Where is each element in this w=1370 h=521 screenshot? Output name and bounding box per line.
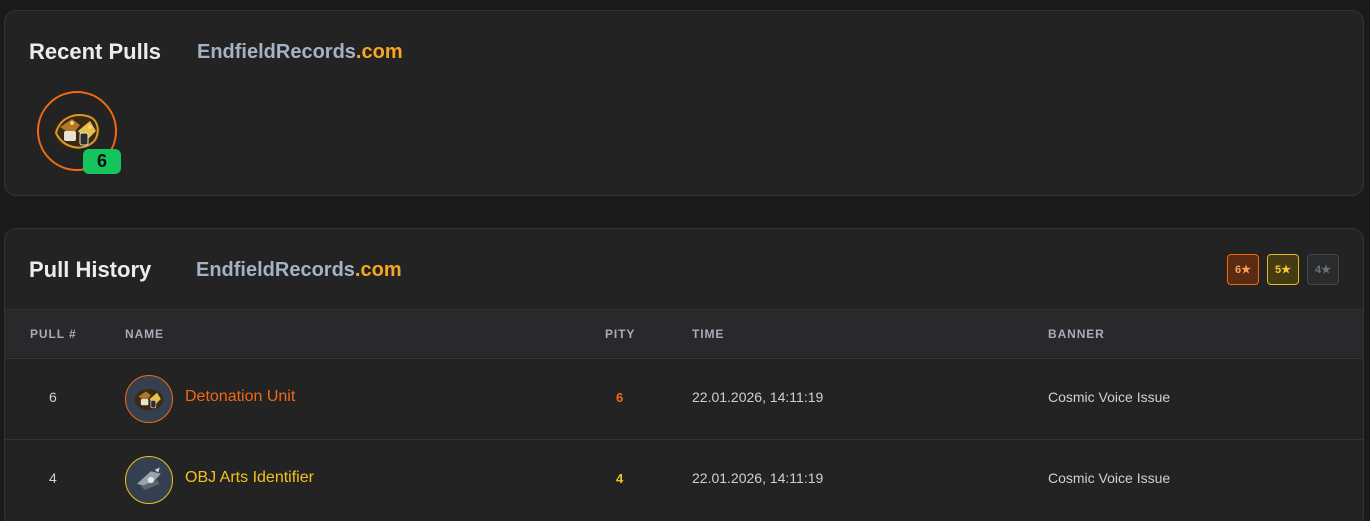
recent-pulls-panel: Recent Pulls EndfieldRecords.com 6 — [4, 10, 1364, 196]
pull-time: 22.01.2026, 14:11:19 — [692, 389, 824, 405]
pull-history-panel: Pull History EndfieldRecords.com 6★ 5★ 4… — [4, 228, 1364, 521]
recent-pulls-title: Recent Pulls — [29, 39, 162, 64]
brand-tld: .com — [354, 259, 402, 281]
column-header-pity: PITY — [605, 327, 636, 341]
table-row: 4 OBJ Arts Identifier 4 22.01.2026, 14:1… — [5, 439, 1363, 519]
item-avatar — [125, 375, 173, 423]
column-header-name: NAME — [125, 327, 164, 341]
item-avatar — [125, 456, 173, 504]
filter-4-star-button[interactable]: 4★ — [1307, 254, 1339, 285]
filter-5-star-button[interactable]: 5★ — [1267, 254, 1299, 285]
banner-name: Cosmic Voice Issue — [1048, 389, 1171, 405]
item-name-link[interactable]: OBJ Arts Identifier — [185, 469, 314, 487]
filter-6-star-button[interactable]: 6★ — [1227, 254, 1259, 285]
obj-arts-identifier-icon — [137, 467, 161, 490]
brand-tld: .com — [355, 41, 403, 63]
pull-time: 22.01.2026, 14:11:19 — [692, 470, 824, 486]
column-header-pull: PULL # — [30, 327, 77, 341]
pity-value: 4 — [616, 471, 624, 486]
table-row: 6 Detonation Unit 6 22.01.2026, 14:11:19… — [5, 358, 1363, 438]
banner-name: Cosmic Voice Issue — [1048, 470, 1171, 486]
brand-name: EndfieldRecords — [196, 259, 355, 281]
brand-name: EndfieldRecords — [197, 41, 356, 63]
rarity-filters: 6★ 5★ 4★ — [1227, 254, 1339, 285]
pity-value: 6 — [616, 390, 624, 405]
brand-logo: EndfieldRecords.com — [196, 259, 402, 282]
pull-history-title: Pull History — [29, 257, 152, 282]
pull-number: 6 — [49, 389, 57, 405]
brand-logo: EndfieldRecords.com — [197, 41, 403, 64]
column-header-time: TIME — [692, 327, 725, 341]
detonation-unit-icon — [54, 114, 100, 149]
column-header-banner: BANNER — [1048, 327, 1105, 341]
detonation-unit-icon — [134, 389, 164, 411]
pull-number: 4 — [49, 470, 57, 486]
pity-badge: 6 — [83, 149, 121, 174]
item-name-link[interactable]: Detonation Unit — [185, 388, 295, 406]
table-header: PULL # NAME PITY TIME BANNER — [5, 309, 1363, 357]
